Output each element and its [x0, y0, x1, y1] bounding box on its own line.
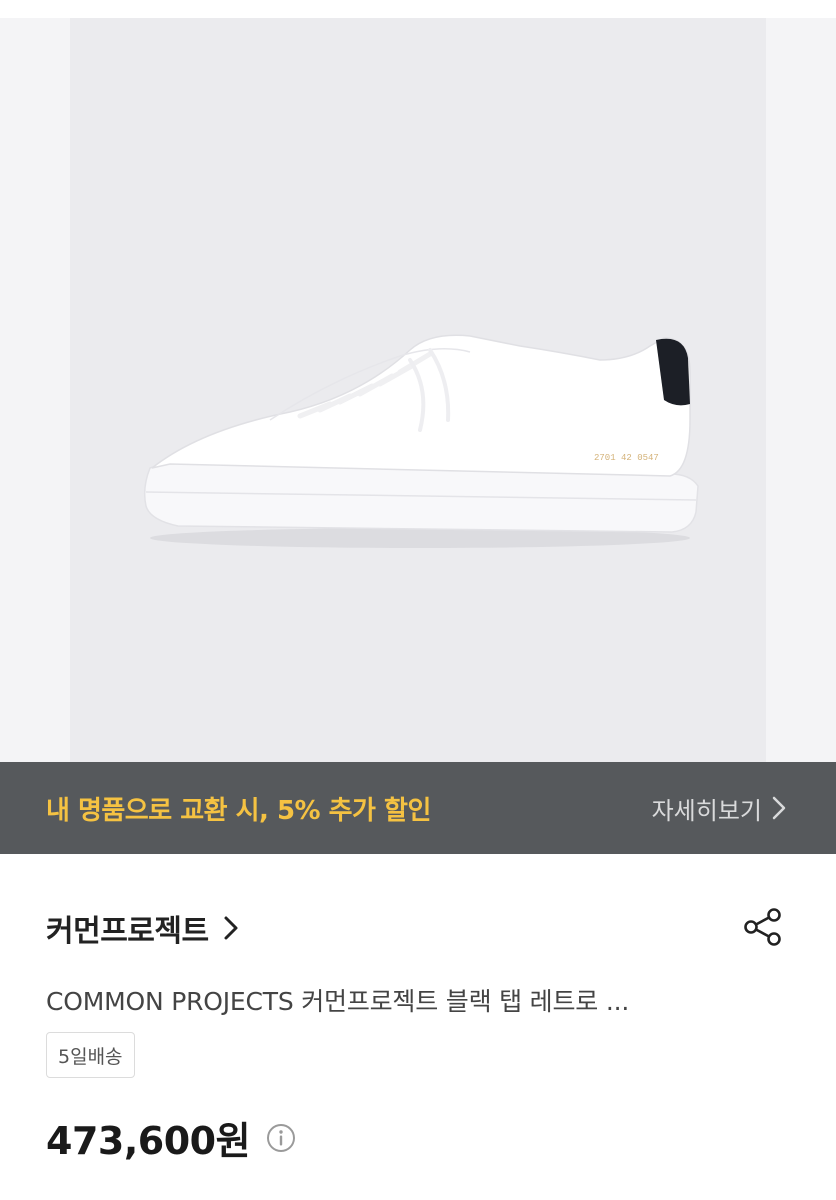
promo-details-link[interactable]: 자세히보기 — [652, 791, 786, 826]
chevron-right-icon — [772, 796, 786, 820]
product-title: COMMON PROJECTS 커먼프로젝트 블랙 탭 레트로 ... — [46, 987, 630, 1016]
product-info-section: 커먼프로젝트 COMMON PROJECTS 커먼프로젝트 블랙 탭 레트로 .… — [0, 854, 836, 1200]
brand-link[interactable]: 커먼프로젝트 — [46, 906, 239, 950]
share-icon — [744, 908, 781, 946]
sneaker-serial-stamp: 2701 42 0547 — [594, 453, 659, 463]
chevron-right-icon — [224, 916, 238, 940]
info-icon — [267, 1123, 296, 1152]
price-row: 473,600원 — [46, 1110, 296, 1165]
shipping-badge: 5일배송 — [46, 1032, 135, 1078]
share-button[interactable] — [740, 904, 786, 950]
product-price: 473,600원 — [46, 1119, 251, 1163]
promo-details-label: 자세히보기 — [651, 796, 762, 825]
promo-text: 내 명품으로 교환 시, 5% 추가 할인 — [46, 795, 431, 826]
trade-in-promo-banner[interactable]: 내 명품으로 교환 시, 5% 추가 할인 자세히보기 — [0, 762, 836, 854]
sneaker-image: 2701 42 0547 — [143, 334, 699, 548]
price-info-button[interactable] — [266, 1123, 296, 1153]
brand-name: 커먼프로젝트 — [46, 914, 209, 949]
product-image-gallery[interactable]: 2701 42 0547 — [0, 0, 836, 762]
